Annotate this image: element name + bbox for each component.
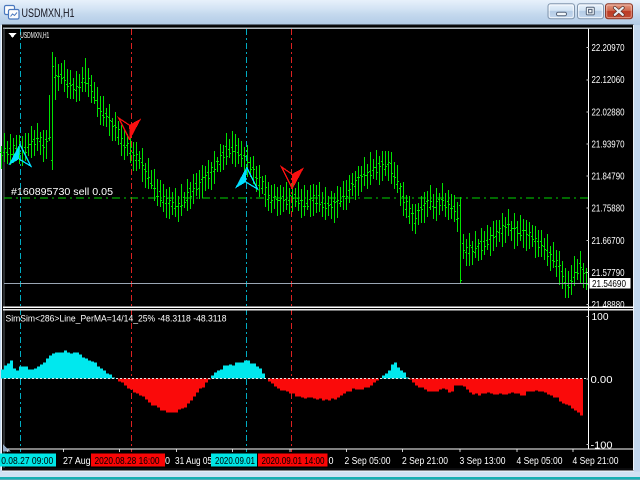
svg-text:2 Sep 21:00: 2 Sep 21:00 [402,455,448,467]
svg-text:22.20970: 22.20970 [592,42,625,54]
svg-text:0.08.27 09:00: 0.08.27 09:00 [1,455,53,467]
svg-text:SimSim<286>Line_PerMA=14/14_25: SimSim<286>Line_PerMA=14/14_25% -48.3118… [6,314,227,325]
svg-text:2020.08.28 16:00: 2020.08.28 16:00 [95,455,160,467]
svg-text:100: 100 [592,311,609,323]
svg-text:3 Sep 13:00: 3 Sep 13:00 [460,455,506,467]
svg-text:USDMXN,H1: USDMXN,H1 [20,30,49,40]
svg-text:22.02880: 22.02880 [592,106,625,118]
svg-text:21.66700: 21.66700 [592,235,625,247]
svg-text:21.54690: 21.54690 [592,278,626,290]
svg-text:2020.09.01: 2020.09.01 [215,455,255,467]
svg-text:21.84790: 21.84790 [592,171,625,183]
svg-text:21.93970: 21.93970 [592,138,625,150]
svg-text:2 Sep 05:00: 2 Sep 05:00 [345,455,391,467]
svg-text:4 Sep 21:00: 4 Sep 21:00 [573,455,619,467]
svg-text:22.12060: 22.12060 [592,74,625,86]
svg-text:4 Sep 05:00: 4 Sep 05:00 [517,455,563,467]
svg-text:#160895730 sell 0.05: #160895730 sell 0.05 [11,187,113,198]
svg-text:-100: -100 [591,439,613,451]
svg-text:USDMXN,H1: USDMXN,H1 [22,6,75,20]
svg-text:0: 0 [165,455,170,467]
svg-text:21.75880: 21.75880 [592,203,625,215]
svg-text:0.00: 0.00 [591,374,613,386]
svg-text:0: 0 [329,455,334,467]
svg-text:31 Aug 05: 31 Aug 05 [175,455,212,467]
svg-text:2020.09.01 14:00: 2020.09.01 14:00 [262,455,325,467]
svg-text:21.48880: 21.48880 [592,299,625,311]
